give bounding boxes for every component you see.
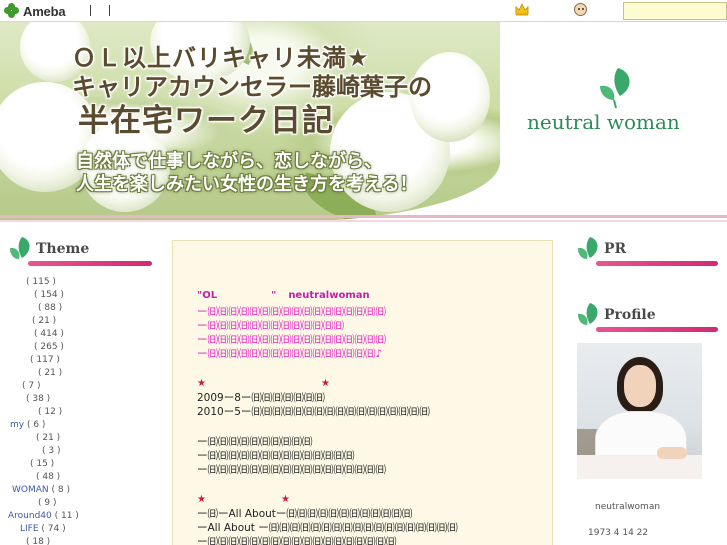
search-input[interactable] bbox=[623, 2, 727, 20]
theme-item[interactable]: WOMAN ( 8 ) bbox=[12, 484, 70, 496]
theme-item[interactable]: ( 21 ) bbox=[32, 315, 56, 327]
heading-underline bbox=[596, 261, 718, 266]
blog-subtitle-line-2: 人生を楽しみたい女性の生き方を考える！ bbox=[76, 174, 418, 195]
career-text: 2010ー5ー㈰㈰㈰㈰㈰㈰㈰㈰㈰㈰㈰㈰㈰㈰㈰㈰㈰ bbox=[197, 406, 430, 418]
profile-birthdate: 1973 4 14 22 bbox=[588, 528, 649, 538]
theme-item[interactable]: ( 115 ) bbox=[26, 276, 56, 288]
leaf-logo-icon bbox=[600, 68, 630, 109]
intro-text: ー㈰㈰㈰㈰㈰㈰㈰㈰㈰㈰㈰㈰㈰ bbox=[197, 320, 344, 332]
theme-item[interactable]: ( 12 ) bbox=[38, 406, 62, 418]
theme-item[interactable]: ( 3 ) bbox=[42, 445, 60, 457]
intro-text: ー㈰㈰㈰㈰㈰㈰㈰㈰㈰㈰㈰㈰㈰㈰㈰㈰㈰ bbox=[197, 306, 386, 318]
ameba-logo-text: Ameba bbox=[23, 3, 66, 19]
career-text: ー㈰㈰㈰㈰㈰㈰㈰㈰㈰㈰㈰㈰㈰㈰ bbox=[197, 450, 355, 462]
theme-item[interactable]: ( 9 ) bbox=[38, 497, 56, 509]
crown-icon[interactable] bbox=[515, 3, 529, 16]
intro-text: ー㈰㈰㈰㈰㈰㈰㈰㈰㈰㈰㈰㈰㈰㈰㈰㈰㈰ bbox=[197, 334, 386, 346]
theme-item[interactable]: LIFE ( 74 ) bbox=[20, 523, 66, 535]
star-icon: ★ bbox=[197, 494, 206, 505]
profile-heading-text: Profile bbox=[604, 307, 656, 323]
theme-item[interactable]: ( 15 ) bbox=[30, 458, 54, 470]
career-text: ー㈰㈰㈰㈰㈰㈰㈰㈰㈰㈰ bbox=[197, 436, 313, 448]
pr-heading: PR bbox=[576, 236, 720, 268]
career-text: ー㈰㈰㈰㈰㈰㈰㈰㈰㈰㈰㈰㈰㈰㈰㈰㈰㈰ bbox=[197, 464, 386, 476]
theme-item[interactable]: ( 18 ) bbox=[26, 536, 50, 545]
theme-item[interactable]: ( 265 ) bbox=[34, 341, 64, 353]
theme-item[interactable]: ( 21 ) bbox=[36, 432, 60, 444]
blog-title-line-3: 半在宅ワーク日記 bbox=[78, 103, 334, 139]
allabout-text: ー㈰ーAll Aboutー㈰㈰㈰㈰㈰㈰㈰㈰㈰㈰㈰㈰ bbox=[197, 508, 413, 520]
theme-heading: Theme bbox=[8, 236, 152, 268]
leaf-icon bbox=[578, 237, 598, 259]
header-separator bbox=[109, 5, 110, 16]
theme-item[interactable]: ( 414 ) bbox=[34, 328, 64, 340]
pr-heading-text: PR bbox=[604, 241, 627, 257]
ameba-header-bar: Ameba bbox=[0, 0, 727, 22]
blog-intro-box: "OL " neutralwoman ー㈰㈰㈰㈰㈰㈰㈰㈰㈰㈰㈰㈰㈰㈰㈰㈰㈰ ー㈰㈰㈰… bbox=[172, 240, 553, 545]
blog-header-banner[interactable]: ＯＬ以上バリキャリ未満★ キャリアカウンセラー藤崎葉子の 半在宅ワーク日記 自然… bbox=[0, 22, 727, 222]
avatar-icon[interactable] bbox=[574, 3, 587, 16]
banner-divider bbox=[0, 215, 727, 218]
profile-heading: Profile bbox=[576, 302, 720, 334]
theme-item[interactable]: Around40 ( 11 ) bbox=[8, 510, 79, 522]
theme-item[interactable]: ( 48 ) bbox=[36, 471, 60, 483]
ameba-logo[interactable]: Ameba bbox=[4, 3, 66, 19]
allabout-text: ーAll About ー㈰㈰㈰㈰㈰㈰㈰㈰㈰㈰㈰㈰㈰㈰㈰㈰㈰㈰ bbox=[197, 522, 458, 534]
star-icon: ★ bbox=[321, 378, 330, 389]
star-icon: ★ bbox=[197, 378, 206, 389]
header-separator bbox=[90, 5, 91, 16]
profile-photo[interactable] bbox=[577, 343, 702, 479]
theme-item[interactable]: ( 88 ) bbox=[38, 302, 62, 314]
intro-text: ー㈰㈰㈰㈰㈰㈰㈰㈰㈰㈰㈰㈰㈰㈰㈰㈰♪ bbox=[197, 348, 383, 360]
heading-underline bbox=[596, 327, 718, 332]
theme-item[interactable]: ( 21 ) bbox=[38, 367, 62, 379]
leaf-icon bbox=[10, 237, 30, 259]
clover-icon bbox=[4, 3, 20, 19]
theme-item[interactable]: ( 7 ) bbox=[22, 380, 40, 392]
allabout-text: ー㈰㈰㈰㈰㈰㈰㈰㈰㈰㈰㈰㈰㈰㈰㈰㈰㈰㈰ bbox=[197, 536, 397, 545]
theme-item[interactable]: ( 38 ) bbox=[26, 393, 50, 405]
theme-item[interactable]: ( 154 ) bbox=[34, 289, 64, 301]
theme-heading-text: Theme bbox=[36, 241, 90, 257]
theme-item[interactable]: my ( 6 ) bbox=[10, 419, 45, 431]
intro-heading: "OL " neutralwoman bbox=[197, 290, 370, 301]
brand-name: neutral woman bbox=[527, 110, 680, 134]
banner-divider bbox=[0, 220, 727, 222]
heading-underline bbox=[28, 261, 152, 266]
profile-name[interactable]: neutralwoman bbox=[595, 502, 660, 512]
career-text: 2009ー8ー㈰㈰㈰㈰㈰㈰㈰ bbox=[197, 392, 325, 404]
star-icon: ★ bbox=[281, 494, 290, 505]
theme-item[interactable]: ( 117 ) bbox=[30, 354, 60, 366]
leaf-icon bbox=[578, 303, 598, 325]
